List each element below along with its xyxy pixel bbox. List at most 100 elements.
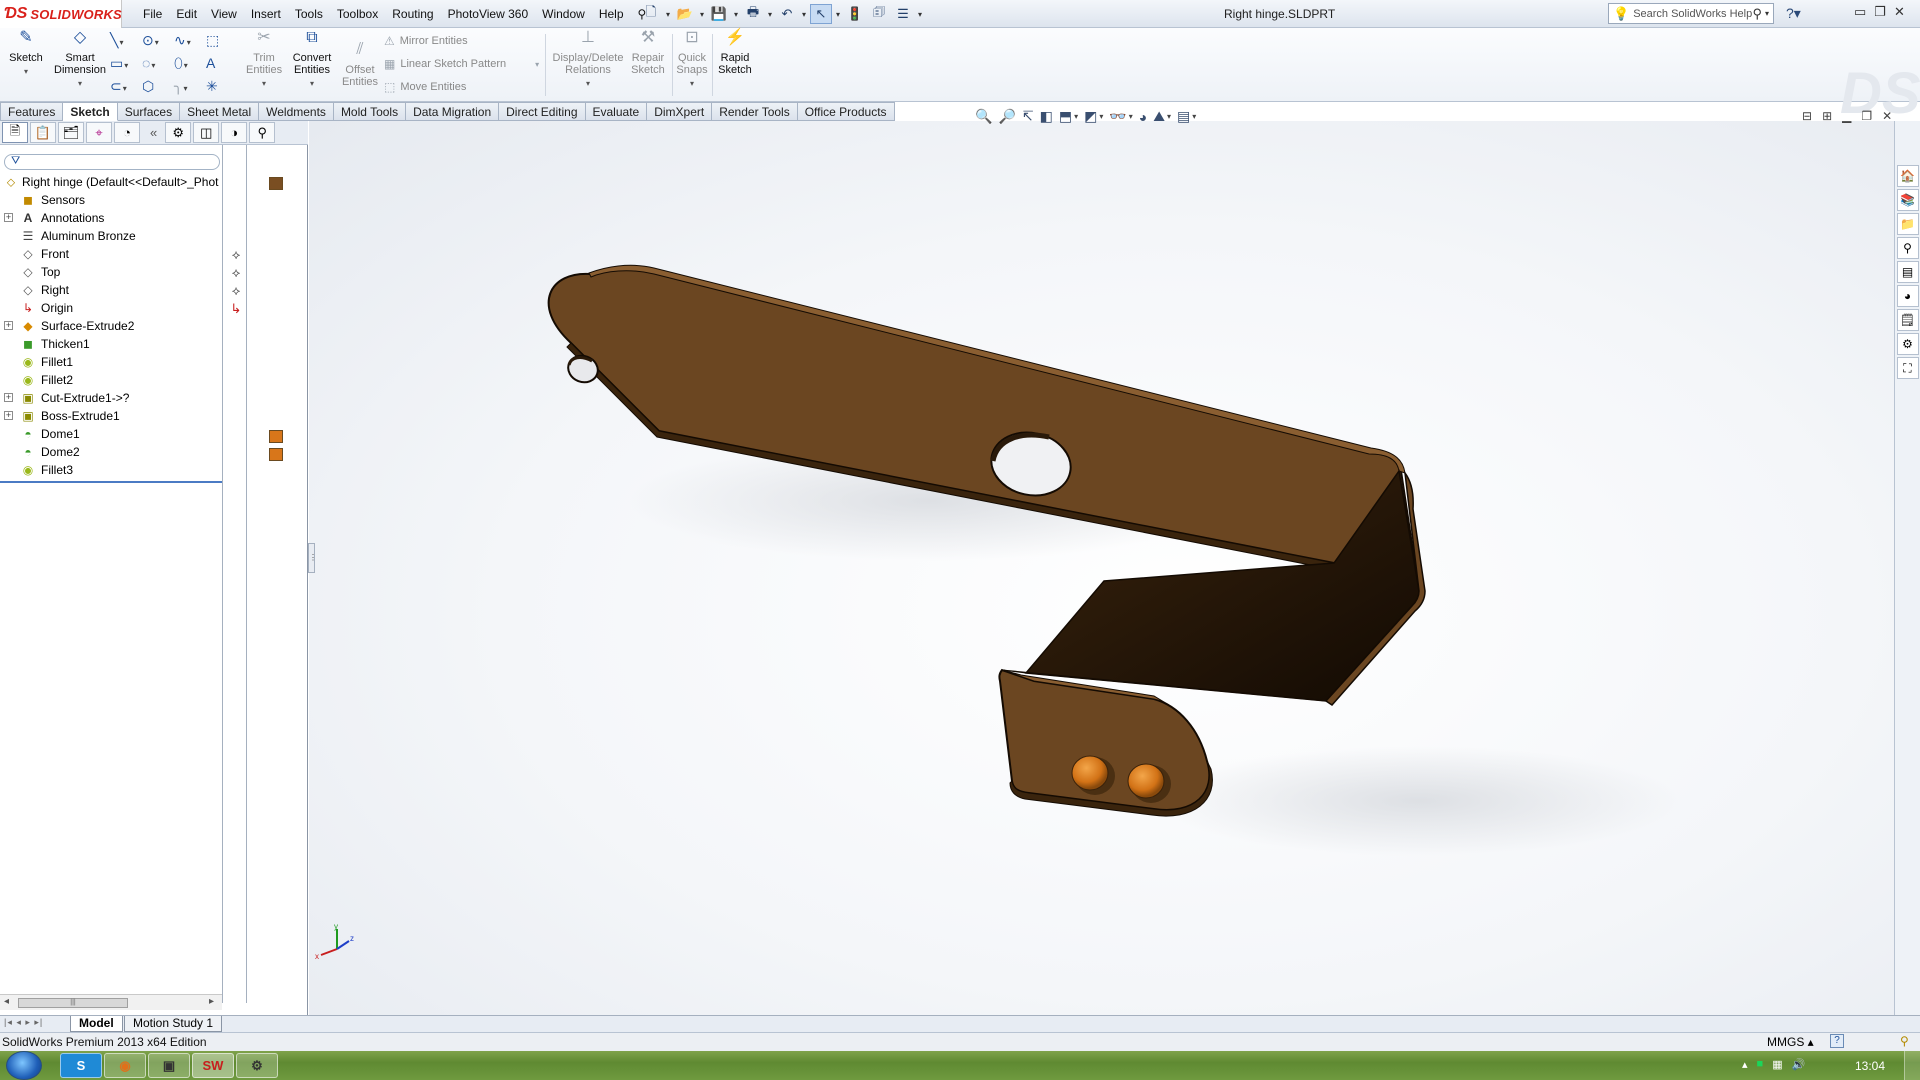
smart-dimension-dropdown-icon[interactable]: ▾ — [52, 78, 108, 90]
menu-file[interactable]: File — [136, 7, 169, 21]
tab-surfaces[interactable]: Surfaces — [117, 102, 181, 121]
displaymanager-tab-icon[interactable]: ◔ — [114, 122, 140, 143]
new-dropdown-icon[interactable]: ▾ — [664, 10, 672, 19]
tree-item-boss-extrude1[interactable]: + ▣ Boss-Extrude1 — [0, 407, 222, 425]
dome1[interactable] — [1071, 755, 1109, 791]
section-view-icon[interactable]: ◧ — [1040, 108, 1053, 125]
view-palette-icon[interactable]: ▤ — [1896, 261, 1919, 283]
network-icon[interactable]: ▦ — [1772, 1058, 1782, 1071]
display-style-dropdown-icon[interactable]: ▾ — [1099, 112, 1103, 121]
tree-item-annotations[interactable]: + A Annotations — [0, 209, 222, 227]
menu-insert[interactable]: Insert — [244, 7, 288, 21]
split-horizontal-icon[interactable]: ⊟ — [1802, 109, 1812, 123]
appearances-icon[interactable]: ◕ — [1896, 285, 1919, 307]
tab-sketch[interactable]: Sketch — [63, 102, 118, 121]
move-entities-button[interactable]: ⬚ Move Entities — [384, 80, 466, 94]
tab-model[interactable]: Model — [70, 1016, 123, 1032]
select-dropdown-icon[interactable]: ▾ — [834, 10, 842, 19]
polygon-icon[interactable]: ⬡ — [142, 78, 174, 101]
plane-visibility-icon[interactable]: ⟡ — [228, 265, 244, 281]
apply-scene-icon[interactable]: ⛰ — [1153, 108, 1165, 125]
rollback-bar[interactable] — [0, 481, 222, 483]
document-recovery-icon[interactable]: ⛶ — [1896, 357, 1919, 379]
dome2[interactable] — [1127, 763, 1165, 799]
edit-appearance-icon[interactable]: ◕ — [1139, 109, 1147, 125]
convert-dropdown-icon[interactable]: ▾ — [288, 78, 336, 90]
repair-sketch-button[interactable]: ⚒ Repair Sketch — [628, 30, 668, 77]
tree-item-thicken1[interactable]: ◼ Thicken1 — [0, 335, 222, 353]
tab-render-tools[interactable]: Render Tools — [712, 102, 798, 121]
line-icon[interactable]: ╲▾ — [110, 32, 142, 55]
hide-show-dropdown-icon[interactable]: ▾ — [1129, 112, 1133, 121]
save-dropdown-icon[interactable]: ▾ — [732, 10, 740, 19]
open-dropdown-icon[interactable]: ▾ — [698, 10, 706, 19]
dimxpertmanager-tab-icon[interactable]: ⌖ — [86, 122, 112, 143]
scroll-right-icon[interactable]: ▸ — [209, 996, 214, 1007]
expand-icon[interactable]: + — [4, 411, 13, 420]
new-document-icon[interactable]: 🗋 — [640, 4, 662, 24]
linear-pattern-dropdown-icon[interactable]: ▾ — [535, 60, 539, 69]
tab-weldments[interactable]: Weldments — [259, 102, 334, 121]
spline-icon[interactable]: ∿▾ — [174, 32, 206, 55]
tab-dimxpert[interactable]: DimXpert — [647, 102, 713, 121]
display-pane-color-icon[interactable]: ◑ — [221, 122, 248, 143]
menu-view[interactable]: View — [204, 7, 244, 21]
solidworks-resources-icon[interactable]: 🏠 — [1896, 165, 1919, 187]
mirror-entities-button[interactable]: ⚠ Mirror Entities — [384, 34, 468, 48]
quick-snaps-dropdown-icon[interactable]: ▾ — [674, 78, 710, 90]
expand-icon[interactable]: + — [4, 321, 13, 330]
print-icon[interactable]: 🖶 — [742, 4, 764, 24]
tree-filter[interactable]: ⛛ — [4, 154, 220, 170]
other-app-taskbar-icon[interactable]: ⚙ — [236, 1053, 278, 1078]
tree-item-material[interactable]: ☰ Aluminum Bronze — [0, 227, 222, 245]
search-icon[interactable]: ⚲ — [1752, 6, 1762, 22]
view-orientation-icon[interactable]: ⬒ — [1059, 108, 1072, 125]
display-pane-texture-icon[interactable]: ⚲ — [249, 122, 276, 143]
options-dropdown-icon[interactable]: ▾ — [916, 10, 924, 19]
quick-tips-icon[interactable]: ? — [1830, 1034, 1844, 1048]
plane-visibility-icon[interactable]: ⟡ — [228, 283, 244, 299]
plane-visibility-icon[interactable]: ⟡ — [228, 247, 244, 263]
menu-edit[interactable]: Edit — [169, 7, 204, 21]
slot-icon[interactable]: ⊂▾ — [110, 78, 142, 101]
sketch-text-select-icon[interactable]: ⬚ — [206, 32, 238, 55]
trim-entities-button[interactable]: ✂ Trim Entities ▾ — [246, 30, 282, 90]
dome2-appearance-swatch[interactable] — [269, 448, 283, 461]
tree-item-cut-extrude1[interactable]: + ▣ Cut-Extrude1->? — [0, 389, 222, 407]
solidworks-logo[interactable]: ƊS SOLIDWORKS — [0, 0, 122, 28]
tab-mold-tools[interactable]: Mold Tools — [333, 102, 407, 121]
unit-system[interactable]: MMGS ▴ — [1767, 1035, 1814, 1049]
expand-icon[interactable]: + — [4, 393, 13, 402]
tree-item-front-plane[interactable]: ◇ Front — [0, 245, 222, 263]
fillet-sketch-icon[interactable]: ╮▾ — [174, 78, 206, 101]
tree-item-fillet2[interactable]: ◉ Fillet2 — [0, 371, 222, 389]
viewport-restore-icon[interactable]: ❐ — [1861, 109, 1872, 123]
status-pin-icon[interactable]: ⚲ — [1900, 1034, 1909, 1048]
configurationmanager-tab-icon[interactable]: 🗂 — [58, 122, 84, 143]
view-settings-dropdown-icon[interactable]: ▾ — [1192, 112, 1196, 121]
graphics-area[interactable]: x y z — [309, 121, 1894, 1016]
display-delete-relations-button[interactable]: ⊥ Display/Delete Relations ▾ — [550, 30, 626, 90]
viewport-close-icon[interactable]: ✕ — [1882, 109, 1892, 123]
rectangle-icon[interactable]: ▭▾ — [110, 55, 142, 78]
point-icon[interactable]: ✳ — [206, 78, 238, 101]
rebuild-icon[interactable]: 🚦 — [844, 4, 866, 24]
display-style-icon[interactable]: ◩ — [1084, 108, 1097, 125]
tab-features[interactable]: Features — [0, 102, 64, 121]
help-icon[interactable]: ?▾ — [1786, 5, 1801, 22]
offset-entities-button[interactable]: ⫽ Offset Entities — [340, 42, 380, 89]
scroll-thumb[interactable]: ||| — [18, 998, 128, 1008]
close-icon[interactable]: ✕ — [1894, 4, 1905, 20]
expand-icon[interactable]: + — [4, 213, 13, 222]
show-desktop-button[interactable] — [1904, 1051, 1920, 1080]
arc-icon[interactable]: ◌▾ — [142, 55, 174, 78]
menu-window[interactable]: Window — [535, 7, 592, 21]
tree-item-sensors[interactable]: ◼ Sensors — [0, 191, 222, 209]
propertymanager-tab-icon[interactable]: 📋 — [30, 122, 56, 143]
relations-dropdown-icon[interactable]: ▾ — [550, 78, 626, 90]
convert-entities-button[interactable]: ⧉ Convert Entities ▾ — [288, 30, 336, 90]
menu-toolbox[interactable]: Toolbox — [330, 7, 385, 21]
tree-item-fillet3[interactable]: ◉ Fillet3 — [0, 461, 222, 479]
explorer-taskbar-icon[interactable]: ▣ — [148, 1053, 190, 1078]
file-properties-icon[interactable]: 🗊 — [868, 4, 890, 24]
